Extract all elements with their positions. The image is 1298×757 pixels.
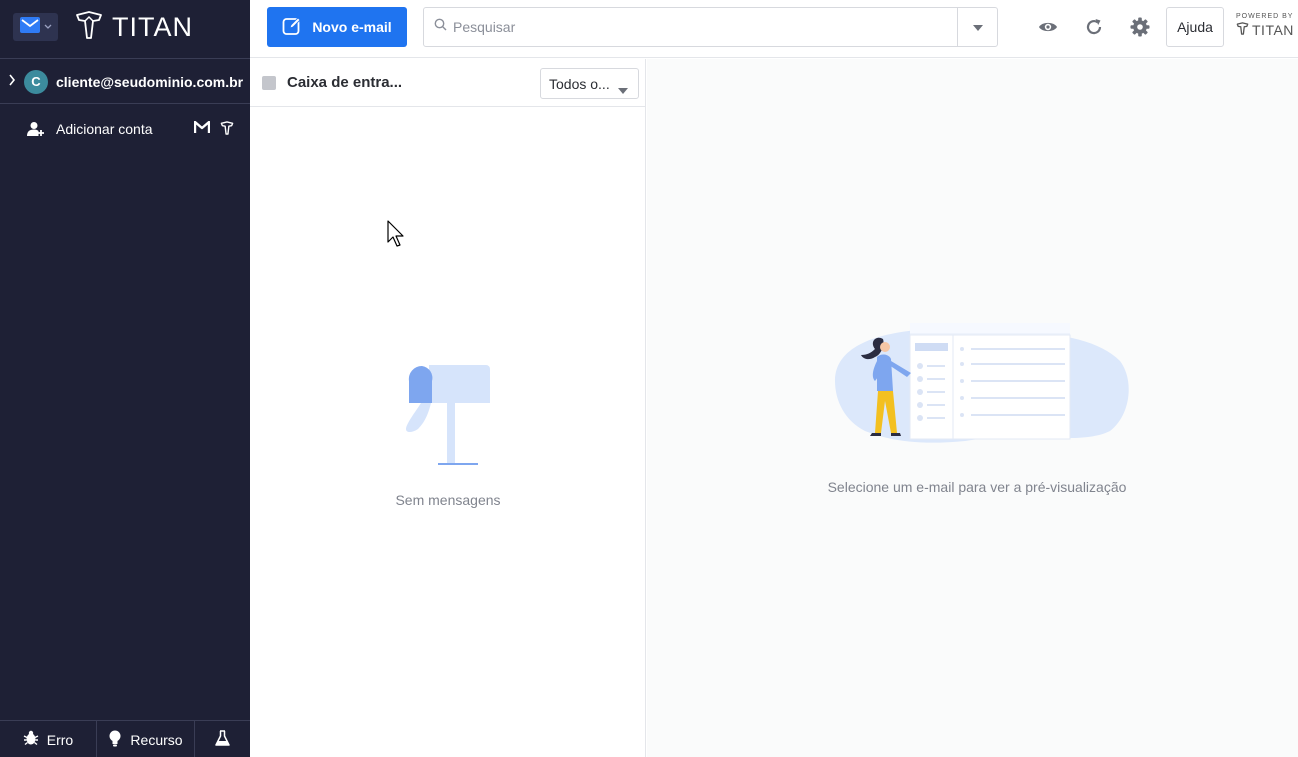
preview-empty-message: Selecione um e-mail para ver a pré-visua… [827, 479, 1127, 495]
caret-down-icon [972, 18, 983, 36]
sidebar: TITAN C cliente@seudominio.com.br Adicio… [0, 0, 250, 757]
search-box[interactable] [423, 7, 998, 47]
account-item[interactable]: C cliente@seudominio.com.br [0, 60, 250, 103]
add-account-button[interactable]: Adicionar conta [0, 110, 250, 148]
powered-by: POWERED BY TITAN [1236, 13, 1294, 38]
account-email: cliente@seudominio.com.br [56, 73, 244, 90]
bug-icon [23, 730, 39, 749]
gear-icon[interactable] [1130, 17, 1150, 42]
feature-label: Recurso [130, 731, 183, 748]
lightbulb-icon [108, 730, 122, 750]
filter-dropdown[interactable]: Todos o... [540, 68, 639, 99]
brand: TITAN [74, 10, 193, 45]
titan-icon [220, 121, 234, 140]
powered-by-brand: TITAN [1236, 22, 1294, 38]
caret-down-icon [618, 81, 628, 97]
brand-name: TITAN [112, 12, 193, 42]
preview-illustration [825, 321, 1135, 476]
message-list-pane: Caixa de entra... Todos o... Sem mensage… [250, 59, 646, 757]
labs-button[interactable] [195, 721, 250, 757]
mail-icon [20, 16, 40, 38]
titan-logo-icon [74, 10, 104, 45]
add-account-label: Adicionar conta [56, 121, 153, 137]
select-all-checkbox[interactable] [262, 76, 276, 90]
search-input[interactable] [453, 19, 943, 35]
folder-title: Caixa de entra... [287, 74, 403, 91]
add-user-icon [0, 121, 56, 137]
flask-icon [215, 730, 230, 749]
providers [193, 120, 234, 140]
gmail-icon [193, 120, 211, 140]
app-switcher-button[interactable] [13, 13, 58, 41]
empty-state: Sem mensagens [250, 359, 646, 508]
chevron-down-icon [44, 22, 52, 32]
sidebar-footer: Erro Recurso [0, 720, 250, 757]
empty-message: Sem mensagens [395, 492, 501, 508]
powered-by-label: POWERED BY [1236, 13, 1294, 20]
filter-label: Todos o... [549, 75, 610, 92]
bug-label: Erro [46, 731, 74, 748]
divider [0, 58, 250, 59]
search-icon [434, 18, 447, 36]
powered-by-brand-name: TITAN [1252, 22, 1294, 38]
report-bug-button[interactable]: Erro [0, 721, 97, 757]
top-toolbar: Novo e-mail Ajuda POWERED BY TITAN [250, 0, 1298, 58]
mouse-cursor-icon [387, 220, 407, 253]
refresh-icon[interactable] [1084, 17, 1104, 42]
divider [0, 103, 250, 104]
titan-logo-icon [1236, 22, 1249, 38]
mailbox-icon [398, 365, 498, 473]
compose-button[interactable]: Novo e-mail [267, 7, 407, 47]
help-button[interactable]: Ajuda [1166, 7, 1224, 47]
feature-request-button[interactable]: Recurso [97, 721, 195, 757]
avatar: C [24, 69, 48, 94]
chevron-right-icon[interactable] [0, 74, 24, 89]
compose-icon [282, 16, 302, 39]
eye-icon[interactable] [1038, 17, 1058, 42]
search-options-button[interactable] [957, 8, 997, 46]
preview-pane: Selecione um e-mail para ver a pré-visua… [647, 59, 1298, 757]
list-header: Caixa de entra... Todos o... [250, 59, 645, 107]
compose-label: Novo e-mail [312, 19, 392, 35]
